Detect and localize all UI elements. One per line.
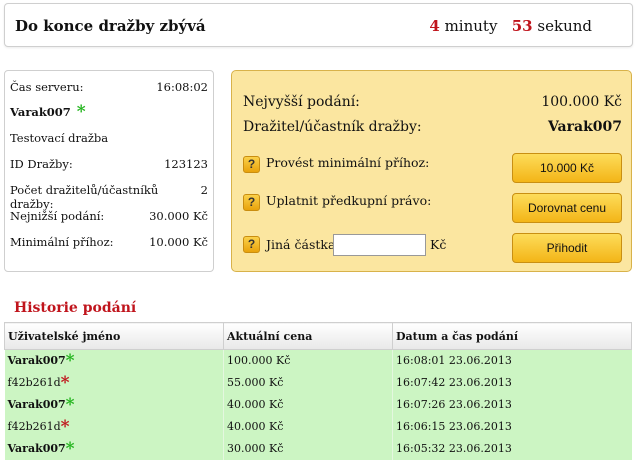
row-price: 40.000 Kč xyxy=(223,393,393,416)
bidder-count-value: 2 xyxy=(200,183,208,197)
highest-bid-value: 100.000 Kč xyxy=(541,94,622,110)
row-datetime: 16:06:15 23.06.2013 xyxy=(392,415,632,438)
history-title: Historie podání xyxy=(14,300,137,316)
custom-amount-label: Jiná částka: xyxy=(266,237,340,252)
preemption-option-label: Uplatnit předkupní právo: xyxy=(266,193,432,208)
bid-holder-label: Dražitel/účastník dražby: xyxy=(243,119,422,135)
server-time-label: Čas serveru: xyxy=(10,80,84,94)
server-time-row: Čas serveru: 16:08:02 xyxy=(10,80,208,94)
row-price: 55.000 Kč xyxy=(223,371,393,394)
seconds-label: sekund xyxy=(537,17,592,35)
min-increment-value: 10.000 Kč xyxy=(149,235,208,249)
column-header-price: Aktuální cena xyxy=(223,322,393,350)
auction-id-row: ID Dražby: 123123 xyxy=(10,157,208,171)
row-datetime: 16:05:32 23.06.2013 xyxy=(392,437,632,460)
row-username: f42b261d xyxy=(7,376,61,389)
highest-bid-label: Nejvyšší podání: xyxy=(243,94,360,110)
bid-panel: Nejvyšší podání: 100.000 Kč Dražitel/úča… xyxy=(231,70,632,272)
row-username: Varak007 xyxy=(7,442,66,455)
minutes-label: minuty xyxy=(444,17,498,35)
help-icon[interactable]: ? xyxy=(243,156,260,173)
minutes-value: 4 xyxy=(429,17,440,35)
current-username: Varak007 xyxy=(10,105,71,119)
custom-amount-input[interactable] xyxy=(333,234,426,256)
countdown-title: Do konce dražby zbývá xyxy=(15,17,206,35)
bid-holder-row: Dražitel/účastník dražby: Varak007 xyxy=(243,119,622,135)
table-row: Varak007* 30.000 Kč 16:05:32 23.06.2013 xyxy=(4,437,632,460)
row-price: 40.000 Kč xyxy=(223,415,393,438)
auction-info-panel: Čas serveru: 16:08:02 Varak007 * Testova… xyxy=(4,70,214,272)
min-increment-button[interactable]: 10.000 Kč xyxy=(512,153,622,183)
countdown-panel: Do konce dražby zbývá 4 minuty 53 sekund xyxy=(4,3,633,47)
auction-id-label: ID Dražby: xyxy=(10,157,73,171)
match-price-button[interactable]: Dorovnat cenu xyxy=(512,193,622,223)
place-bid-button[interactable]: Přihodit xyxy=(512,233,622,263)
seconds-value: 53 xyxy=(511,17,533,35)
row-user-cell: f42b261d* xyxy=(4,415,224,438)
row-user-cell: Varak007* xyxy=(4,437,224,460)
column-header-datetime: Datum a čas podání xyxy=(392,322,632,350)
row-user-cell: Varak007* xyxy=(4,393,224,416)
row-username: Varak007 xyxy=(7,354,66,368)
min-increment-option-label: Provést minimální příhoz: xyxy=(266,155,430,170)
table-row: Varak007* 100.000 Kč 16:08:01 23.06.2013 xyxy=(4,349,632,372)
countdown-value: 4 minuty 53 sekund xyxy=(429,17,592,35)
red-star-icon: * xyxy=(60,373,70,393)
help-icon[interactable]: ? xyxy=(243,194,260,211)
row-datetime: 16:08:01 23.06.2013 xyxy=(392,349,632,372)
row-username: Varak007 xyxy=(7,398,66,411)
highest-bid-row: Nejvyšší podání: 100.000 Kč xyxy=(243,94,622,110)
table-row: f42b261d* 40.000 Kč 16:06:15 23.06.2013 xyxy=(4,415,632,438)
server-time-value: 16:08:02 xyxy=(156,80,208,94)
green-star-icon: * xyxy=(70,102,86,122)
current-user-row: Varak007 * xyxy=(10,102,208,122)
table-row: f42b261d* 55.000 Kč 16:07:42 23.06.2013 xyxy=(4,371,632,394)
bid-holder-value: Varak007 xyxy=(547,119,622,135)
min-increment-label: Minimální příhoz: xyxy=(10,235,114,249)
column-header-username: Uživatelské jméno xyxy=(4,322,224,350)
green-star-icon: * xyxy=(65,439,75,459)
red-star-icon: * xyxy=(60,417,70,437)
currency-suffix: Kč xyxy=(430,237,447,252)
table-row: Varak007* 40.000 Kč 16:07:26 23.06.2013 xyxy=(4,393,632,416)
row-price: 100.000 Kč xyxy=(223,349,393,372)
help-icon[interactable]: ? xyxy=(243,236,260,253)
row-user-cell: f42b261d* xyxy=(4,371,224,394)
row-datetime: 16:07:42 23.06.2013 xyxy=(392,371,632,394)
history-header-row: Uživatelské jméno Aktuální cena Datum a … xyxy=(4,322,632,350)
auction-name-row: Testovací dražba xyxy=(10,131,208,145)
auction-id-value: 123123 xyxy=(164,157,208,171)
min-bid-row: Nejnižší podání: 30.000 Kč xyxy=(10,209,208,223)
green-star-icon: * xyxy=(65,351,75,372)
auction-name: Testovací dražba xyxy=(10,131,109,145)
history-table: Uživatelské jméno Aktuální cena Datum a … xyxy=(4,322,632,460)
min-bid-value: 30.000 Kč xyxy=(149,209,208,223)
row-price: 30.000 Kč xyxy=(223,437,393,460)
green-star-icon: * xyxy=(65,395,75,415)
bidder-count-label: Počet dražitelů/účastníků dražby: xyxy=(10,183,159,211)
min-increment-row: Minimální příhoz: 10.000 Kč xyxy=(10,235,208,249)
bidder-count-row: Počet dražitelů/účastníků dražby: 2 xyxy=(10,183,208,211)
row-datetime: 16:07:26 23.06.2013 xyxy=(392,393,632,416)
row-username: f42b261d xyxy=(7,420,61,433)
min-bid-label: Nejnižší podání: xyxy=(10,209,105,223)
row-user-cell: Varak007* xyxy=(4,349,224,372)
